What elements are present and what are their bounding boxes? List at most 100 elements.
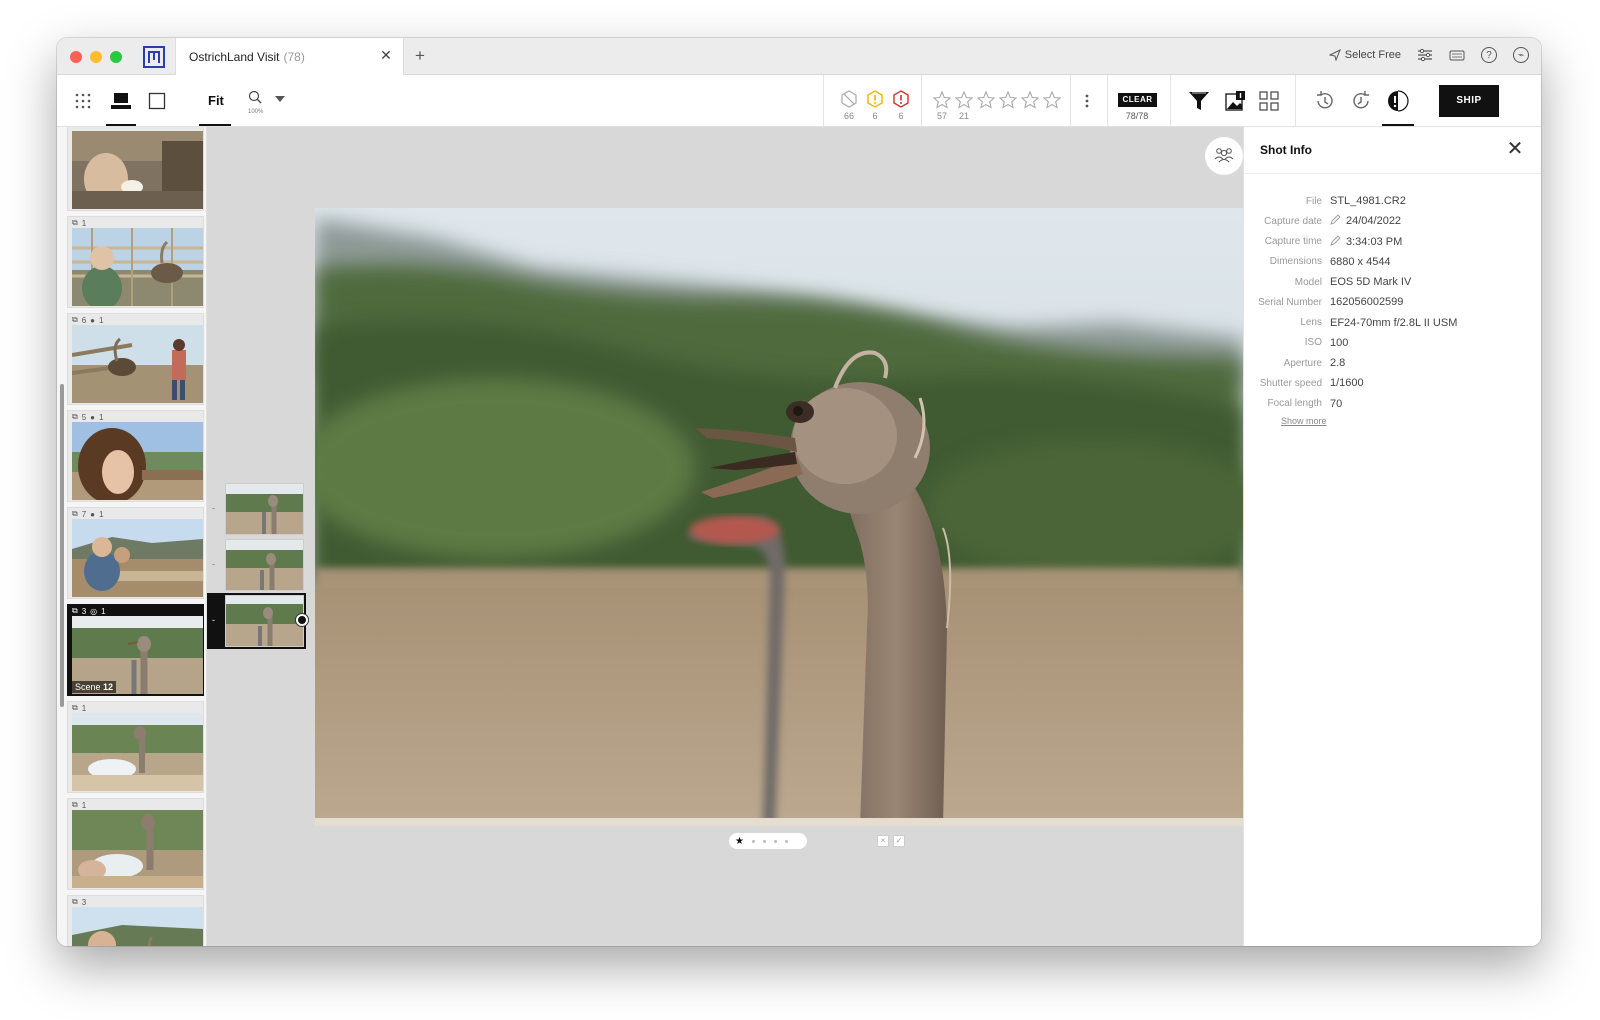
- toolbar-divider: [921, 75, 922, 127]
- help-icon[interactable]: ?: [1481, 47, 1497, 63]
- faces-button[interactable]: [1205, 137, 1243, 175]
- star-filter-2-icon[interactable]: [954, 90, 974, 110]
- rating-dot[interactable]: [784, 839, 788, 843]
- stack-photo-image: [225, 483, 304, 535]
- star-filter-1-icon[interactable]: [932, 90, 952, 110]
- filmstrip-thumbnail[interactable]: ⧉ 1: [67, 798, 204, 890]
- main-photo[interactable]: [315, 208, 1243, 826]
- view-active-indicator: [106, 124, 136, 126]
- shot-info-value-wrap: 6880 x 4544: [1330, 256, 1391, 268]
- single-view-icon[interactable]: [147, 91, 167, 111]
- filmstrip-scrollbar[interactable]: [60, 384, 64, 707]
- rejected-flag-icon[interactable]: [839, 89, 859, 109]
- compare-grid-icon[interactable]: [1257, 89, 1281, 113]
- zoom-dropdown-chevron-down-icon[interactable]: [274, 93, 286, 105]
- rating-dot[interactable]: [773, 839, 777, 843]
- history-forward-icon[interactable]: [1349, 89, 1373, 113]
- rating-dot[interactable]: [751, 839, 755, 843]
- stack-marker: -: [212, 503, 215, 513]
- shot-info-row: Aperture 2.8: [1244, 353, 1541, 373]
- filmstrip-thumbnail[interactable]: [67, 127, 204, 211]
- shot-info-key: Model: [1294, 276, 1322, 288]
- grid-view-icon[interactable]: [73, 91, 93, 111]
- show-more-link[interactable]: Show more: [1281, 416, 1541, 426]
- shot-info-value: EF24-70mm f/2.8L II USM: [1330, 316, 1458, 329]
- new-tab-button[interactable]: +: [410, 46, 430, 66]
- edit-pencil-icon[interactable]: [1330, 234, 1341, 249]
- rejected-count: 66: [843, 111, 854, 121]
- shot-info-value: 2.8: [1330, 357, 1346, 370]
- filtered-count: 78/78: [1125, 111, 1149, 121]
- stack-photo[interactable]: -: [207, 481, 306, 537]
- star-filter-5-icon[interactable]: [1020, 90, 1040, 110]
- select-free-button[interactable]: Select Free: [1328, 49, 1401, 61]
- shot-info-key: Shutter speed: [1259, 377, 1322, 389]
- shot-info-value: 162056002599: [1330, 296, 1404, 309]
- filmstrip-thumbnail-selected[interactable]: ⧉ 3 ◎ 1 Scene 12: [67, 604, 204, 696]
- stack-photo-image: [225, 539, 304, 591]
- warning-flag-icon[interactable]: [865, 89, 885, 109]
- title-bar: OstrichLand Visit (78) ✕ + Select Free ? …: [57, 38, 1541, 75]
- filmstrip-thumbnail[interactable]: ⧉ 5 ● 1: [67, 410, 204, 502]
- face-count: 1: [99, 315, 104, 325]
- shot-info-rows: File STL_4981.CR2 Capture date 24/04/2022 Ca…: [1244, 191, 1541, 426]
- close-icon[interactable]: ✕: [1505, 139, 1525, 159]
- thumbnail-image: [72, 810, 203, 888]
- filmstrip-view-icon[interactable]: [110, 91, 132, 111]
- filmstrip-thumbnail[interactable]: ⧉ 7 ● 1: [67, 507, 204, 599]
- star-filter-4-icon[interactable]: [998, 90, 1018, 110]
- scene-number: 12: [103, 682, 114, 692]
- stack-marker: -: [212, 559, 215, 569]
- scene-label: Scene 12: [72, 681, 117, 693]
- select-free-label: Select Free: [1344, 49, 1401, 61]
- thumbnail-badges: ⧉ 3 ◎ 1: [72, 606, 106, 616]
- star-filter-6-icon[interactable]: [1042, 90, 1062, 110]
- stack-icon: ⧉: [72, 703, 78, 712]
- close-tab-icon[interactable]: ✕: [377, 46, 395, 64]
- close-window-button[interactable]: [70, 51, 82, 63]
- titlebar-tools: Select Free ? ⌁: [1328, 47, 1529, 63]
- send-icon: [1328, 49, 1341, 61]
- shot-info-value: 3:34:03 PM: [1346, 235, 1403, 248]
- zoom-window-button[interactable]: [110, 51, 122, 63]
- shot-info-row: Serial Number 162056002599: [1244, 292, 1541, 312]
- star-icon[interactable]: ★: [735, 836, 744, 847]
- rating-dot[interactable]: [762, 839, 766, 843]
- fit-zoom-button[interactable]: Fit: [208, 93, 224, 108]
- shot-info-icon[interactable]: [1386, 89, 1410, 113]
- zoom-icon[interactable]: [247, 89, 263, 105]
- sliders-icon[interactable]: [1417, 48, 1433, 62]
- compass-icon[interactable]: ⌁: [1513, 47, 1529, 63]
- reject-toggle-icon[interactable]: ×: [877, 835, 889, 847]
- image-info-icon[interactable]: [1223, 89, 1247, 113]
- stack-photo[interactable]: -: [207, 537, 306, 593]
- filmstrip-thumbnail[interactable]: ⧉ 1: [67, 216, 204, 308]
- ship-button[interactable]: SHIP: [1439, 85, 1499, 117]
- filmstrip-thumbnail[interactable]: ⧉ 1: [67, 701, 204, 793]
- shot-info-value: 6880 x 4544: [1330, 255, 1391, 268]
- accept-toggle-icon[interactable]: ✓: [893, 835, 905, 847]
- more-options-icon[interactable]: [1082, 91, 1092, 111]
- filter-funnel-icon[interactable]: [1187, 89, 1211, 113]
- clear-filters-button[interactable]: CLEAR: [1118, 93, 1157, 107]
- stack-photo-selected[interactable]: -: [207, 593, 308, 649]
- error-count: 6: [898, 111, 904, 121]
- filmstrip-thumbnail[interactable]: ⧉ 3: [67, 895, 204, 946]
- shot-info-key: File: [1305, 195, 1322, 207]
- error-flag-icon[interactable]: [891, 89, 911, 109]
- document-tab[interactable]: OstrichLand Visit (78) ✕: [175, 38, 404, 75]
- edit-pencil-icon[interactable]: [1330, 214, 1341, 228]
- face-icon: ●: [90, 315, 96, 325]
- history-back-icon[interactable]: [1313, 89, 1337, 113]
- thumbnail-badges: ⧉ 5 ● 1: [72, 412, 103, 422]
- minimize-window-button[interactable]: [90, 51, 102, 63]
- shot-info-value-wrap: EOS 5D Mark IV: [1330, 276, 1411, 288]
- star-filter-count: 21: [958, 111, 969, 121]
- shot-info-row: Model EOS 5D Mark IV: [1244, 272, 1541, 292]
- rating-pill[interactable]: ★: [729, 833, 807, 849]
- shot-info-panel: Shot Info ✕ File STL_4981.CR2 Capture date…: [1243, 127, 1541, 946]
- filmstrip-thumbnail[interactable]: ⧉ 6 ● 1: [67, 313, 204, 405]
- shot-info-key: Serial Number: [1258, 296, 1322, 308]
- keyboard-icon[interactable]: [1449, 49, 1465, 61]
- star-filter-3-icon[interactable]: [976, 90, 996, 110]
